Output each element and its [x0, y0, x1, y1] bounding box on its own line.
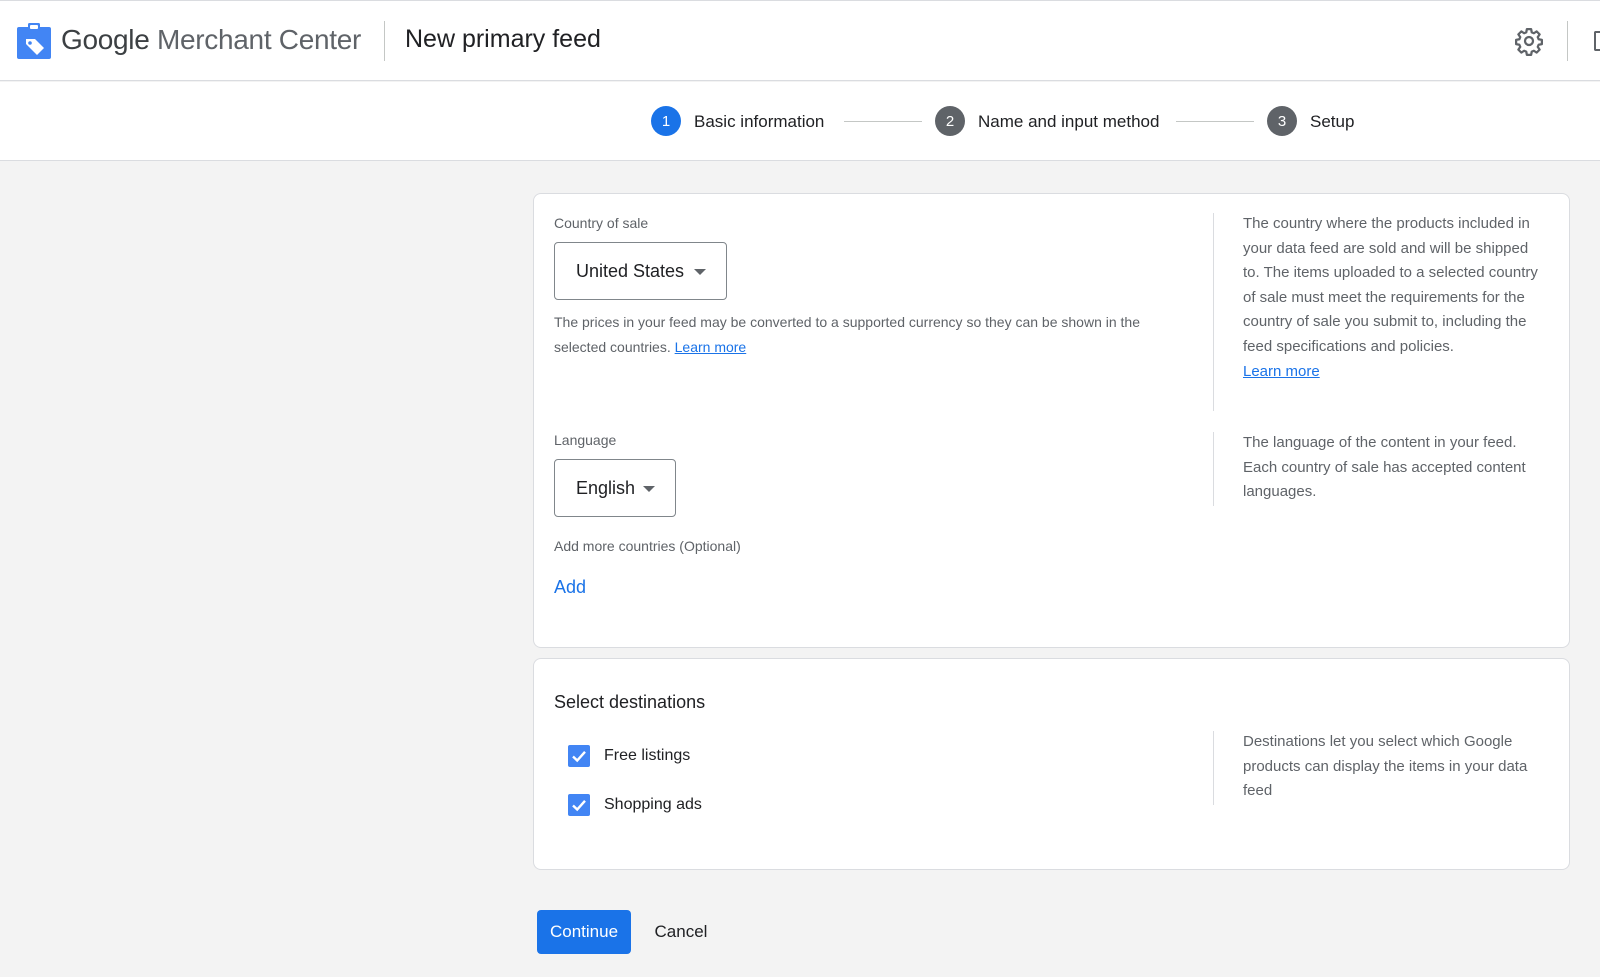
basic-information-card: Country of sale United States The prices… — [533, 193, 1570, 648]
caret-down-icon — [694, 269, 706, 275]
country-helper-message: The prices in your feed may be converted… — [554, 314, 1140, 355]
brand-product-text: Merchant Center — [156, 24, 362, 55]
merchant-center-tag-icon[interactable] — [17, 23, 51, 59]
panel-icon[interactable] — [1594, 31, 1600, 51]
free-listings-label[interactable]: Free listings — [604, 747, 690, 765]
shopping-ads-label[interactable]: Shopping ads — [604, 796, 702, 814]
language-select-value: English — [576, 477, 636, 498]
cancel-button[interactable]: Cancel — [647, 910, 715, 954]
language-select[interactable]: English — [554, 459, 676, 517]
brand-google-text: Google — [61, 24, 150, 55]
free-listings-checkbox[interactable] — [568, 745, 590, 767]
country-side-learn-more-link[interactable]: Learn more — [1243, 363, 1320, 380]
country-learn-more-link[interactable]: Learn more — [675, 339, 747, 355]
destinations-side-info: Destinations let you select which Google… — [1243, 733, 1528, 800]
country-label: Country of sale — [554, 215, 649, 231]
step-1-indicator: 1 — [651, 106, 681, 136]
check-icon — [572, 750, 586, 763]
country-side-info-text: The country where the products included … — [1243, 215, 1538, 355]
check-icon — [572, 799, 586, 812]
step-connector — [1176, 121, 1254, 122]
add-countries-link[interactable]: Add — [554, 577, 586, 598]
step-1-label: Basic information — [694, 112, 825, 131]
title-divider — [384, 21, 385, 61]
country-select[interactable]: United States — [554, 242, 727, 300]
side-info-divider — [1213, 432, 1214, 506]
step-3-indicator: 3 — [1267, 106, 1297, 136]
country-select-value: United States — [576, 260, 685, 281]
language-side-info: The language of the content in your feed… — [1243, 434, 1526, 501]
side-info-divider — [1213, 213, 1214, 411]
gear-icon[interactable] — [1514, 26, 1544, 56]
product-brand[interactable]: Google Merchant Center — [61, 24, 361, 56]
feed-setup-stepper: 1 Basic information 2 Name and input met… — [0, 82, 1600, 161]
top-app-bar: Google Merchant Center New primary feed — [0, 0, 1600, 81]
side-info-divider — [1213, 731, 1214, 805]
more-countries-label: Add more countries (Optional) — [554, 538, 741, 554]
destinations-card: Select destinations Free listings Shoppi… — [533, 658, 1570, 870]
step-2-label: Name and input method — [978, 112, 1160, 131]
step-3-label: Setup — [1310, 112, 1355, 131]
country-side-info: The country where the products included … — [1243, 212, 1538, 384]
step-2-indicator: 2 — [935, 106, 965, 136]
language-label: Language — [554, 432, 617, 448]
toolbar-divider — [1567, 21, 1568, 61]
step-connector — [844, 121, 922, 122]
destinations-title: Select destinations — [554, 692, 706, 712]
country-helper-text: The prices in your feed may be converted… — [554, 310, 1179, 360]
shopping-ads-checkbox[interactable] — [568, 794, 590, 816]
continue-button[interactable]: Continue — [537, 910, 631, 954]
caret-down-icon — [643, 486, 655, 492]
page-title: New primary feed — [405, 25, 601, 53]
